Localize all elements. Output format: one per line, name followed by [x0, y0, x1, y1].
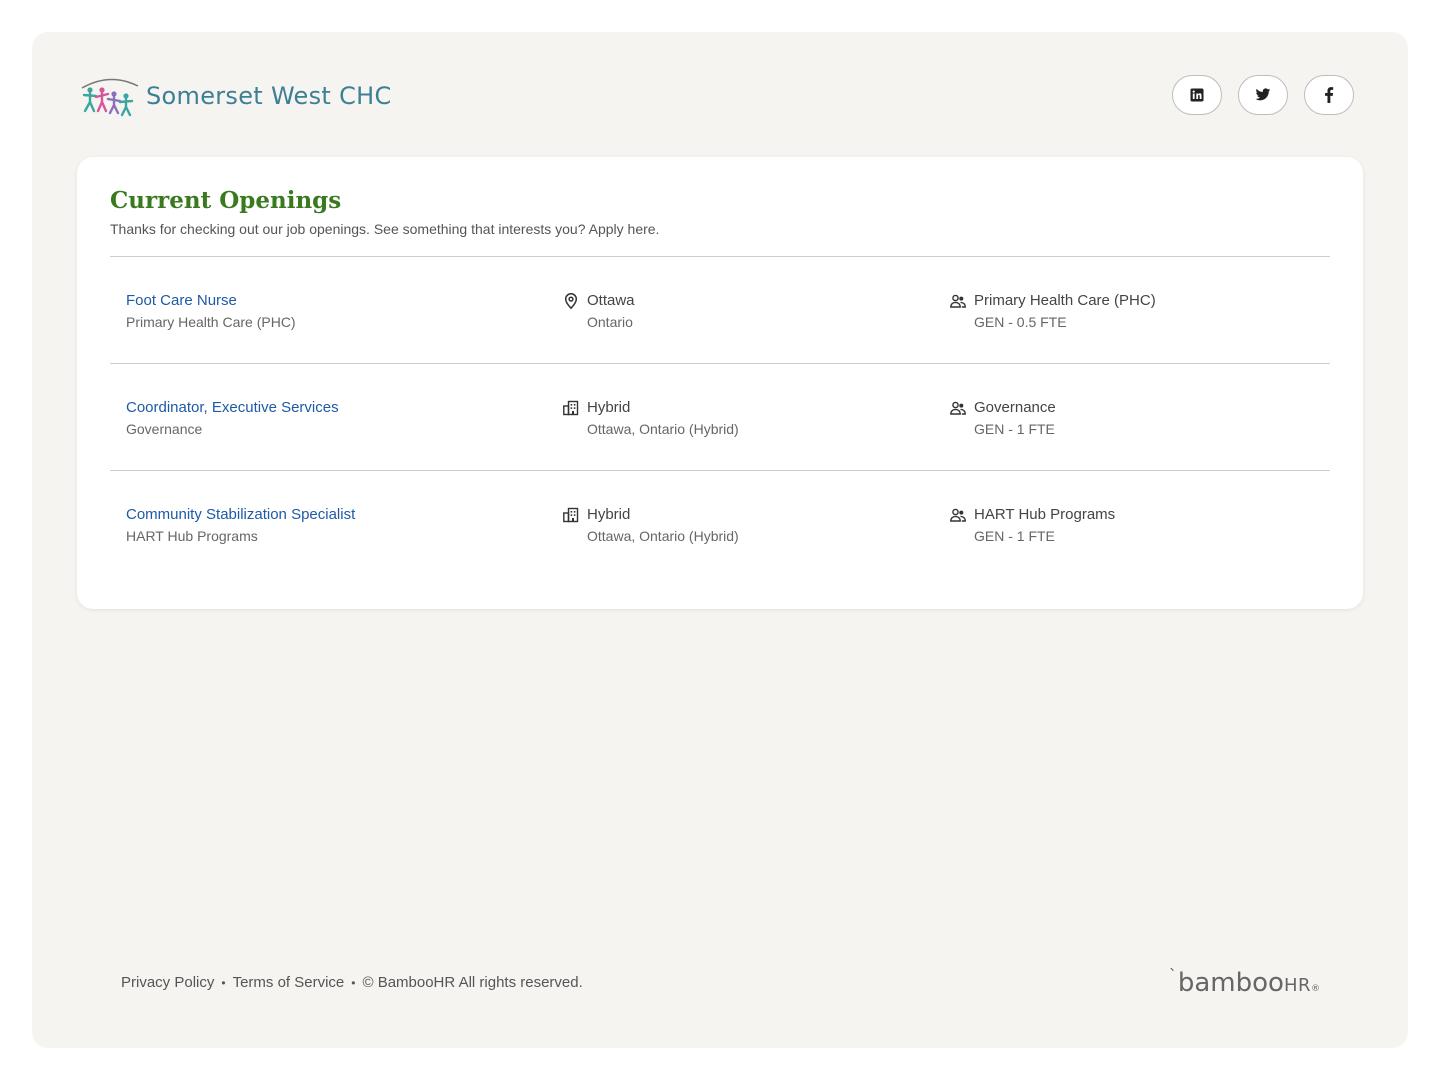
job-list: Foot Care Nurse Primary Health Care (PHC… [110, 256, 1330, 578]
twitter-icon [1255, 88, 1271, 101]
team-main: HART Hub Programs [974, 506, 1116, 523]
facebook-icon [1325, 87, 1334, 103]
people-icon [950, 294, 966, 308]
team-main: Governance [974, 399, 1056, 416]
team-main: Primary Health Care (PHC) [974, 292, 1156, 309]
map-pin-icon [564, 293, 578, 310]
job-title-link[interactable]: Coordinator, Executive Services [126, 398, 339, 418]
twitter-button[interactable] [1238, 75, 1288, 115]
company-name: Somerset West CHC [146, 82, 392, 110]
bamboo-registered: ® [1311, 984, 1320, 994]
job-location-cell: Ottawa Ontario [562, 291, 635, 332]
job-title-cell: Coordinator, Executive Services Governan… [126, 398, 339, 439]
bamboo-word: bamboo [1177, 968, 1284, 998]
team-sub: GEN - 1 FTE [974, 421, 1055, 437]
openings-card: Current Openings Thanks for checking out… [77, 157, 1363, 609]
building-icon [563, 507, 579, 523]
team-sub: GEN - 0.5 FTE [974, 314, 1067, 330]
separator-dot: • [351, 975, 356, 990]
bamboo-leaf-icon: ˋ [1168, 966, 1177, 985]
social-links [1172, 75, 1354, 115]
bamboo-hr: HR [1283, 975, 1311, 996]
location-sub: Ontario [587, 314, 633, 330]
location-main: Hybrid [587, 506, 631, 523]
job-department: Governance [126, 421, 203, 437]
people-icon [950, 508, 966, 522]
bamboohr-logo[interactable]: ˋ bamboo HR ® [1168, 966, 1320, 998]
job-title-link[interactable]: Community Stabilization Specialist [126, 505, 355, 525]
job-row: Coordinator, Executive Services Governan… [110, 364, 1330, 471]
location-sub: Ottawa, Ontario (Hybrid) [587, 528, 739, 544]
page-title: Current Openings [110, 187, 342, 214]
people-logo-icon [81, 78, 139, 117]
privacy-policy-link[interactable]: Privacy Policy [121, 974, 214, 991]
terms-of-service-link[interactable]: Terms of Service [233, 974, 345, 991]
location-main: Ottawa [587, 292, 635, 309]
job-department: Primary Health Care (PHC) [126, 314, 296, 330]
job-team-cell: Primary Health Care (PHC) GEN - 0.5 FTE [949, 291, 1156, 332]
location-sub: Ottawa, Ontario (Hybrid) [587, 421, 739, 437]
job-department: HART Hub Programs [126, 528, 258, 544]
job-row: Foot Care Nurse Primary Health Care (PHC… [110, 257, 1330, 364]
company-logo[interactable]: Somerset West CHC [80, 74, 392, 118]
separator-dot: • [221, 975, 226, 990]
copyright-text: © BambooHR All rights reserved. [362, 974, 583, 991]
linkedin-icon [1190, 88, 1204, 102]
linkedin-button[interactable] [1172, 75, 1222, 115]
job-title-cell: Foot Care Nurse Primary Health Care (PHC… [126, 291, 296, 332]
job-location-cell: Hybrid Ottawa, Ontario (Hybrid) [562, 398, 739, 439]
job-team-cell: Governance GEN - 1 FTE [949, 398, 1056, 439]
building-icon [563, 400, 579, 416]
job-title-link[interactable]: Foot Care Nurse [126, 291, 296, 311]
job-team-cell: HART Hub Programs GEN - 1 FTE [949, 505, 1115, 546]
people-icon [950, 401, 966, 415]
team-sub: GEN - 1 FTE [974, 528, 1055, 544]
facebook-button[interactable] [1304, 75, 1354, 115]
job-title-cell: Community Stabilization Specialist HART … [126, 505, 355, 546]
location-main: Hybrid [587, 399, 631, 416]
footer-links: Privacy Policy • Terms of Service • © Ba… [121, 974, 583, 991]
page-subtitle: Thanks for checking out our job openings… [110, 221, 660, 237]
job-row: Community Stabilization Specialist HART … [110, 471, 1330, 578]
job-location-cell: Hybrid Ottawa, Ontario (Hybrid) [562, 505, 739, 546]
